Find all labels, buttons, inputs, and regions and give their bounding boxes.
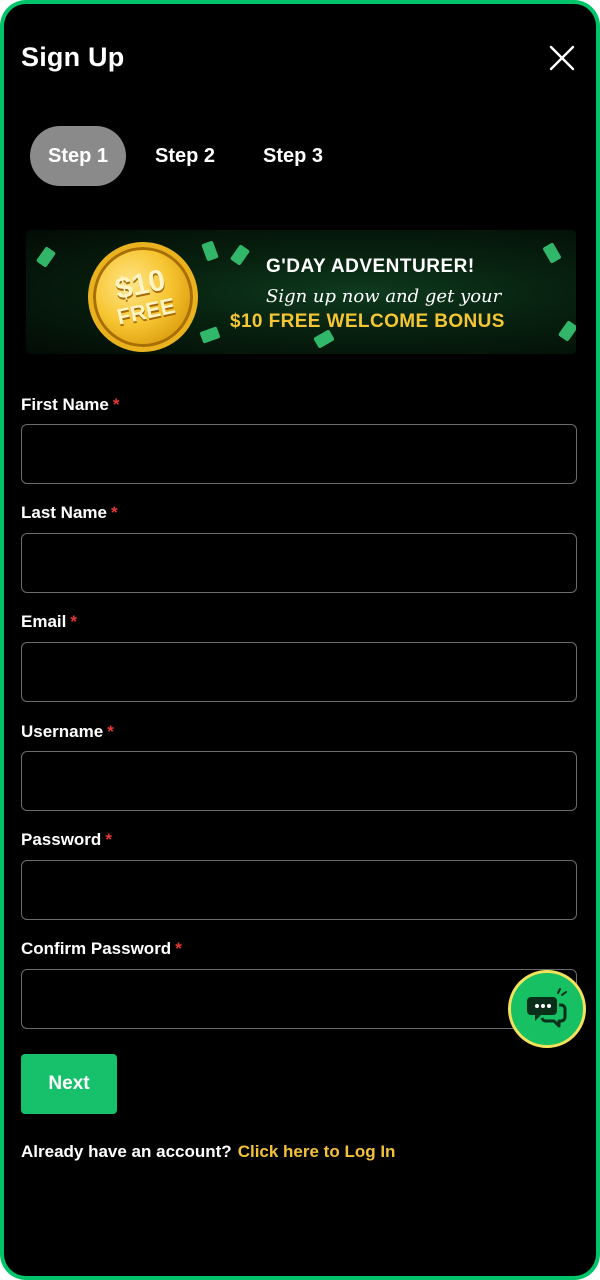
- username-field[interactable]: [21, 751, 577, 811]
- gem-decoration: [557, 320, 576, 342]
- required-marker: *: [112, 395, 120, 414]
- confirm-password-label: Confirm Password *: [21, 939, 182, 959]
- tab-step-1[interactable]: Step 1: [30, 126, 126, 186]
- gem-decoration: [199, 326, 221, 344]
- tab-step-3[interactable]: Step 3: [248, 126, 338, 186]
- password-label-text: Password: [21, 830, 102, 849]
- login-link[interactable]: Click here to Log In: [238, 1142, 396, 1161]
- first-name-label-text: First Name: [21, 395, 109, 414]
- device-frame: Sign Up Step 1 Step 2 Step 3 $10 FREE G'…: [0, 0, 600, 1280]
- required-marker: *: [107, 722, 114, 741]
- gem-decoration: [542, 242, 562, 264]
- modal-title: Sign Up: [21, 42, 125, 72]
- required-marker: *: [175, 939, 182, 958]
- last-name-label: Last Name *: [21, 503, 118, 523]
- chat-bubbles-icon: [527, 988, 567, 1028]
- tab-step-2[interactable]: Step 2: [140, 126, 230, 186]
- email-label-text: Email: [21, 612, 67, 631]
- gem-decoration: [201, 240, 219, 262]
- step-tabs: Step 1 Step 2 Step 3: [30, 126, 338, 186]
- required-marker: *: [105, 830, 112, 849]
- signup-modal: Sign Up Step 1 Step 2 Step 3 $10 FREE G'…: [4, 4, 596, 1276]
- banner-bonus: $10 FREE WELCOME BONUS: [230, 311, 505, 332]
- close-icon: [549, 45, 575, 71]
- confirm-password-label-text: Confirm Password: [21, 939, 172, 958]
- password-label: Password *: [21, 830, 112, 850]
- gem-decoration: [35, 246, 57, 268]
- first-name-field[interactable]: [21, 424, 577, 484]
- next-button[interactable]: Next: [21, 1054, 117, 1114]
- last-name-label-text: Last Name: [21, 503, 107, 522]
- first-name-label: First Name *: [21, 395, 120, 415]
- email-field[interactable]: [21, 642, 577, 702]
- login-prompt-text: Already have an account?: [21, 1142, 232, 1161]
- banner-subline: Sign up now and get your: [266, 286, 502, 307]
- confirm-password-field[interactable]: [21, 969, 577, 1029]
- last-name-field[interactable]: [21, 533, 577, 593]
- login-prompt: Already have an account? Click here to Lo…: [21, 1142, 395, 1162]
- coin-icon: $10 FREE: [77, 231, 209, 354]
- username-label-text: Username: [21, 722, 104, 741]
- required-marker: *: [70, 612, 77, 631]
- required-marker: *: [110, 503, 118, 522]
- gem-decoration: [229, 244, 251, 266]
- chat-button[interactable]: [508, 970, 586, 1048]
- username-label: Username *: [21, 722, 114, 742]
- close-button[interactable]: [548, 44, 576, 72]
- banner-headline: G'DAY ADVENTURER!: [266, 256, 475, 277]
- welcome-bonus-banner: $10 FREE G'DAY ADVENTURER! Sign up now a…: [26, 230, 576, 354]
- email-label: Email *: [21, 612, 77, 632]
- password-field[interactable]: [21, 860, 577, 920]
